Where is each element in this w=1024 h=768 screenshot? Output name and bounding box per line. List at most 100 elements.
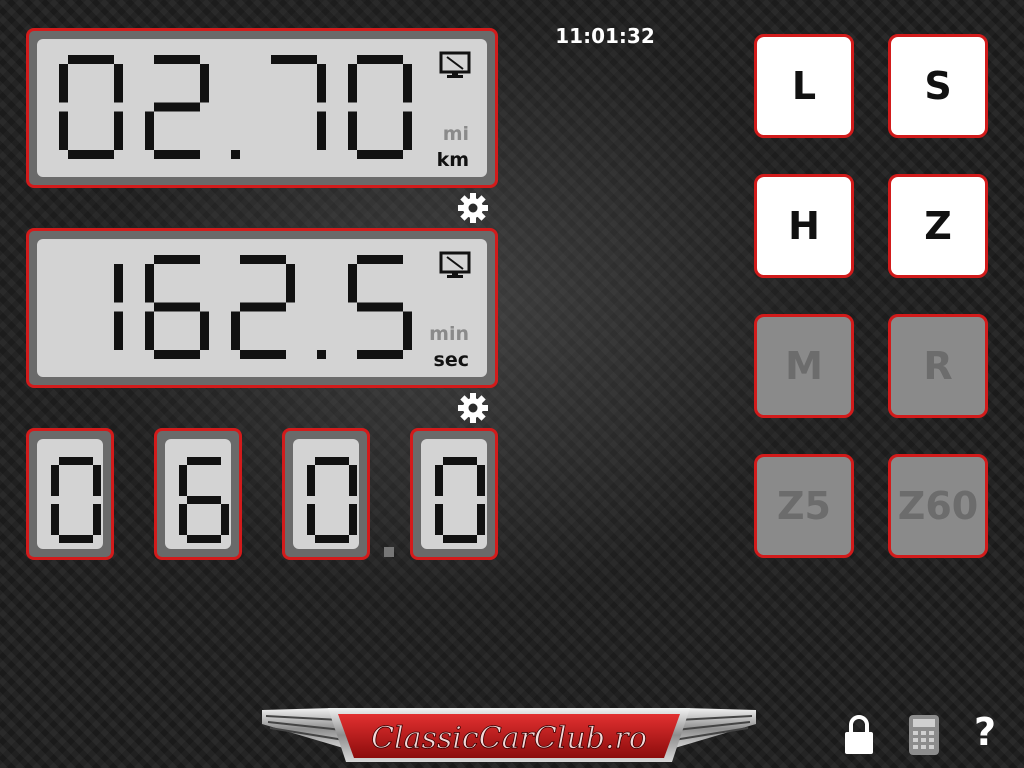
segment-b (403, 64, 412, 103)
distance-display[interactable]: mi km (26, 28, 498, 188)
segment-g (240, 302, 286, 312)
lock-icon[interactable] (842, 714, 876, 756)
segment-f (435, 465, 443, 496)
segment-b (286, 264, 295, 303)
segment-f (59, 64, 68, 103)
segment-digit (271, 55, 326, 150)
digit-value (179, 457, 229, 543)
time-display[interactable]: min sec (26, 228, 498, 388)
segment-d (187, 535, 221, 543)
segment-d (68, 150, 114, 159)
segment-f (348, 64, 357, 103)
classic-car-club-logo: ClassicCarClub.ro (262, 708, 756, 762)
digit-value (435, 457, 485, 543)
segment-digit (145, 255, 209, 359)
segment-d (357, 350, 403, 359)
segment-d (59, 535, 93, 543)
unit-min[interactable]: min (429, 321, 469, 347)
unit-sec[interactable]: sec (429, 347, 469, 373)
segment-g (187, 496, 221, 504)
segment-b (317, 64, 326, 103)
monitor-icon[interactable] (439, 251, 471, 279)
gear-icon[interactable] (457, 392, 489, 424)
segment-digit (435, 457, 485, 543)
segment-a (68, 55, 114, 64)
segment-g (154, 302, 200, 312)
monitor-icon[interactable] (439, 51, 471, 79)
segment-f (51, 465, 59, 496)
segment-digit (231, 255, 295, 359)
digit-value (307, 457, 357, 543)
segment-c (403, 111, 412, 150)
mode-button-m[interactable]: M (754, 314, 854, 418)
decimal-point (384, 547, 394, 557)
gear-icon[interactable] (457, 192, 489, 224)
segment-e (145, 111, 154, 150)
segment-c (93, 504, 101, 535)
time-units[interactable]: min sec (429, 321, 469, 373)
segment-c (221, 504, 229, 535)
help-icon[interactable]: ? (974, 710, 996, 754)
segment-c (114, 311, 123, 350)
time-value (114, 255, 412, 359)
segment-b (349, 465, 357, 496)
segment-g (357, 302, 403, 312)
segment-a (187, 457, 221, 465)
distance-units[interactable]: mi km (437, 121, 469, 173)
mode-button-l[interactable]: L (754, 34, 854, 138)
segment-c (200, 311, 209, 350)
segment-a (357, 255, 403, 264)
speed-digit-1[interactable] (26, 428, 114, 560)
segment-digit (307, 457, 357, 543)
segment-d (240, 350, 286, 359)
segment-b (114, 64, 123, 103)
mode-button-z60[interactable]: Z60 (888, 454, 988, 558)
segment-digit (179, 457, 229, 543)
segment-e (348, 111, 357, 150)
mode-button-z5[interactable]: Z5 (754, 454, 854, 558)
segment-b (200, 64, 209, 103)
clock: 11:01:32 (555, 24, 655, 48)
calculator-icon[interactable] (908, 714, 940, 756)
mode-button-z[interactable]: Z (888, 174, 988, 278)
segment-digit (114, 264, 123, 350)
segment-f (307, 465, 315, 496)
segment-digit (348, 55, 412, 159)
segment-c (317, 111, 326, 150)
segment-a (271, 55, 317, 64)
segment-b (114, 264, 123, 303)
segment-g (154, 102, 200, 112)
mode-button-h[interactable]: H (754, 174, 854, 278)
segment-e (145, 311, 154, 350)
speed-digit-4[interactable] (410, 428, 498, 560)
segment-c (114, 111, 123, 150)
segment-d (315, 535, 349, 543)
mode-button-s[interactable]: S (888, 34, 988, 138)
segment-b (477, 465, 485, 496)
distance-value (59, 55, 412, 159)
segment-e (51, 504, 59, 535)
segment-digit (51, 457, 101, 543)
logo-text: ClassicCarClub.ro (371, 721, 647, 756)
segment-a (443, 457, 477, 465)
decimal-point (317, 350, 326, 359)
segment-d (443, 535, 477, 543)
segment-d (154, 150, 200, 159)
speed-digit-2[interactable] (154, 428, 242, 560)
segment-a (240, 255, 286, 264)
segment-a (154, 255, 200, 264)
unit-km[interactable]: km (437, 147, 469, 173)
segment-e (179, 504, 187, 535)
speed-digit-3[interactable] (282, 428, 370, 560)
segment-digit (145, 55, 209, 159)
segment-d (357, 150, 403, 159)
unit-mi[interactable]: mi (437, 121, 469, 147)
segment-b (93, 465, 101, 496)
mode-button-r[interactable]: R (888, 314, 988, 418)
digit-value (51, 457, 101, 543)
segment-a (154, 55, 200, 64)
segment-a (357, 55, 403, 64)
segment-a (59, 457, 93, 465)
segment-a (315, 457, 349, 465)
segment-f (145, 264, 154, 303)
